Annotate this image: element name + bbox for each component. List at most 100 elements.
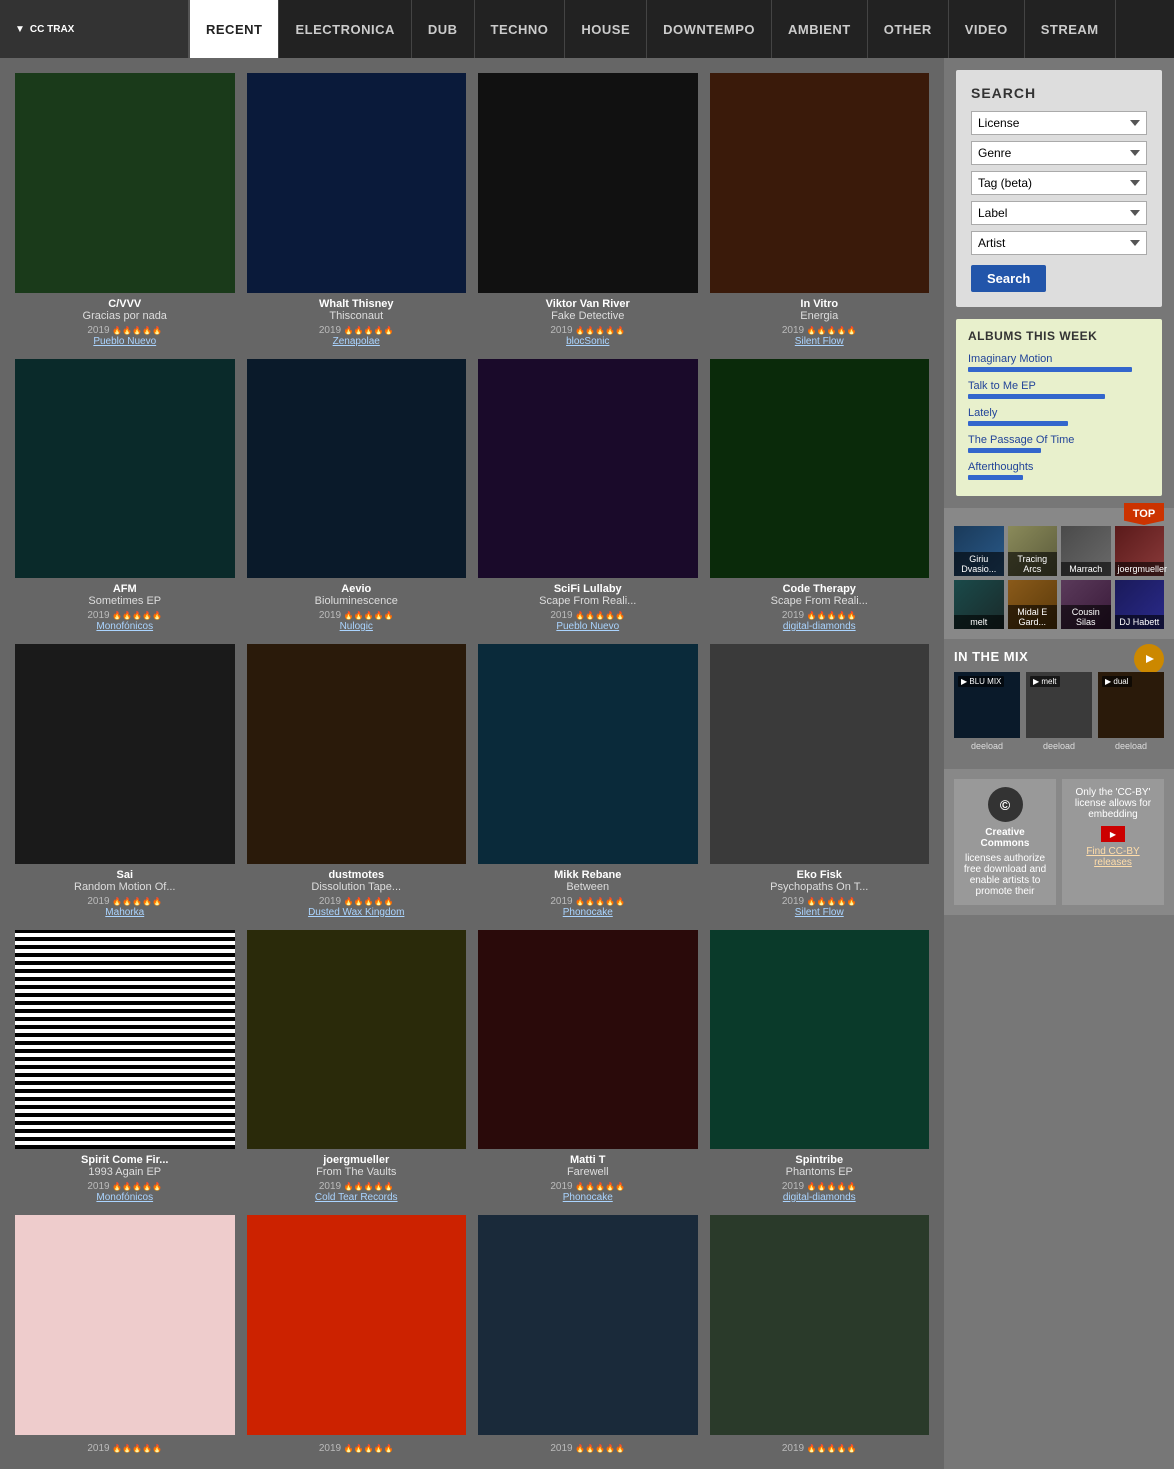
- album-stars: 🔥🔥🔥🔥🔥: [807, 326, 857, 335]
- week-album-item[interactable]: Lately: [968, 405, 1150, 426]
- album-year: 2019: [87, 1443, 112, 1454]
- mix-thumbnail: ▶ BLU MIX: [954, 672, 1020, 738]
- album-card[interactable]: SaiRandom Motion Of...2019 🔥🔥🔥🔥🔥Mahorka: [15, 644, 235, 918]
- artist-thumb[interactable]: Midal E Gard...: [1008, 580, 1058, 630]
- sidebar: SEARCH LicenseGenreTag (beta)LabelArtist…: [944, 58, 1174, 1469]
- album-label[interactable]: digital-diamonds: [710, 621, 930, 632]
- album-card[interactable]: joergmuellerFrom The Vaults2019 🔥🔥🔥🔥🔥Col…: [247, 930, 467, 1204]
- album-card[interactable]: 2019 🔥🔥🔥🔥🔥: [710, 1215, 930, 1454]
- artist-thumb[interactable]: Marrach: [1061, 526, 1111, 576]
- album-label[interactable]: Mahorka: [15, 907, 235, 918]
- artist-thumb[interactable]: melt: [954, 580, 1004, 630]
- album-card[interactable]: Whalt ThisneyThisconaut2019 🔥🔥🔥🔥🔥Zenapol…: [247, 73, 467, 347]
- album-card[interactable]: 2019 🔥🔥🔥🔥🔥: [478, 1215, 698, 1454]
- week-album-link[interactable]: The Passage Of Time: [968, 434, 1074, 446]
- search-filter-artist[interactable]: Artist: [971, 231, 1147, 255]
- nav-item-video[interactable]: VIDEO: [949, 0, 1025, 58]
- album-thumbnail: [15, 930, 235, 1150]
- album-artist: Code Therapy: [710, 583, 930, 595]
- week-album-link[interactable]: Imaginary Motion: [968, 353, 1052, 365]
- album-label[interactable]: Silent Flow: [710, 336, 930, 347]
- album-artist: Aevio: [247, 583, 467, 595]
- album-card[interactable]: Viktor Van RiverFake Detective2019 🔥🔥🔥🔥🔥…: [478, 73, 698, 347]
- album-label[interactable]: Silent Flow: [710, 907, 930, 918]
- artist-thumb[interactable]: Tracing Arcs: [1008, 526, 1058, 576]
- albums-week-title: ALBUMS THIS WEEK: [968, 329, 1150, 343]
- album-card[interactable]: Spirit Come Fir...1993 Again EP2019 🔥🔥🔥🔥…: [15, 930, 235, 1204]
- album-label[interactable]: blocSonic: [478, 336, 698, 347]
- week-album-link[interactable]: Lately: [968, 407, 997, 419]
- album-year: 2019: [319, 1443, 344, 1454]
- album-label[interactable]: Pueblo Nuevo: [478, 621, 698, 632]
- album-label[interactable]: Zenapolae: [247, 336, 467, 347]
- week-album-item[interactable]: Afterthoughts: [968, 459, 1150, 480]
- album-meta: 2019 🔥🔥🔥🔥🔥: [710, 607, 930, 621]
- week-album-link[interactable]: Afterthoughts: [968, 461, 1033, 473]
- album-card[interactable]: Mikk RebaneBetween2019 🔥🔥🔥🔥🔥Phonocake: [478, 644, 698, 918]
- album-year: 2019: [319, 1181, 344, 1192]
- album-label[interactable]: Pueblo Nuevo: [15, 336, 235, 347]
- album-card[interactable]: Eko FiskPsychopaths On T...2019 🔥🔥🔥🔥🔥Sil…: [710, 644, 930, 918]
- week-album-item[interactable]: The Passage Of Time: [968, 432, 1150, 453]
- album-card[interactable]: 2019 🔥🔥🔥🔥🔥: [247, 1215, 467, 1454]
- artist-thumb[interactable]: joergmueller: [1115, 526, 1165, 576]
- album-card[interactable]: In VitroEnergia2019 🔥🔥🔥🔥🔥Silent Flow: [710, 73, 930, 347]
- week-album-item[interactable]: Talk to Me EP: [968, 378, 1150, 399]
- nav-item-downtempo[interactable]: DOWNTEMPO: [647, 0, 772, 58]
- artist-name: Marrach: [1061, 562, 1111, 576]
- nav-item-stream[interactable]: STREAM: [1025, 0, 1116, 58]
- album-thumbnail: [15, 359, 235, 579]
- album-card[interactable]: dustmotesDissolution Tape...2019 🔥🔥🔥🔥🔥Du…: [247, 644, 467, 918]
- album-stars: 🔥🔥🔥🔥🔥: [575, 1182, 625, 1191]
- nav-item-ambient[interactable]: AMBIENT: [772, 0, 868, 58]
- artist-thumb[interactable]: Cousin Silas: [1061, 580, 1111, 630]
- album-label[interactable]: Monofónicos: [15, 621, 235, 632]
- mix-item[interactable]: ▶ dualdeeload: [1098, 672, 1164, 751]
- week-album-link[interactable]: Talk to Me EP: [968, 380, 1036, 392]
- album-year: 2019: [782, 896, 807, 907]
- artist-grid: Giriu Dvasio...Tracing ArcsMarrach joergm…: [954, 526, 1164, 629]
- album-card[interactable]: SciFi LullabyScape From Reali...2019 🔥🔥🔥…: [478, 359, 698, 633]
- album-card[interactable]: C/VVVGracias por nada2019 🔥🔥🔥🔥🔥Pueblo Nu…: [15, 73, 235, 347]
- mix-item[interactable]: ▶ BLU MIXdeeload: [954, 672, 1020, 751]
- album-stars: 🔥🔥🔥🔥🔥: [807, 1182, 857, 1191]
- album-label[interactable]: Phonocake: [478, 1192, 698, 1203]
- cc-right-sub[interactable]: Find CC-BY releases: [1070, 846, 1156, 868]
- album-label[interactable]: digital-diamonds: [710, 1192, 930, 1203]
- album-label[interactable]: Dusted Wax Kingdom: [247, 907, 467, 918]
- album-meta: 2019 🔥🔥🔥🔥🔥: [710, 893, 930, 907]
- album-thumbnail: [478, 359, 698, 579]
- album-label[interactable]: Nulogic: [247, 621, 467, 632]
- album-title: Thisconaut: [247, 310, 467, 322]
- album-label[interactable]: Cold Tear Records: [247, 1192, 467, 1203]
- search-filter-genre[interactable]: Genre: [971, 141, 1147, 165]
- album-stars: 🔥🔥🔥🔥🔥: [807, 611, 857, 620]
- search-filter-license[interactable]: License: [971, 111, 1147, 135]
- nav-item-electronica[interactable]: ELECTRONICA: [279, 0, 411, 58]
- album-label[interactable]: Monofónicos: [15, 1192, 235, 1203]
- week-album-bar: [968, 421, 1068, 426]
- search-filter-label[interactable]: Label: [971, 201, 1147, 225]
- album-label[interactable]: Phonocake: [478, 907, 698, 918]
- logo-dropdown-icon[interactable]: ▼: [15, 24, 25, 35]
- nav-item-house[interactable]: HOUSE: [565, 0, 647, 58]
- search-filter-tag-(beta)[interactable]: Tag (beta): [971, 171, 1147, 195]
- search-button[interactable]: Search: [971, 265, 1046, 292]
- album-card[interactable]: Matti TFarewell2019 🔥🔥🔥🔥🔥Phonocake: [478, 930, 698, 1204]
- artist-thumb[interactable]: Giriu Dvasio...: [954, 526, 1004, 576]
- album-title: Scape From Reali...: [710, 595, 930, 607]
- album-card[interactable]: Code TherapyScape From Reali...2019 🔥🔥🔥🔥…: [710, 359, 930, 633]
- album-card[interactable]: 2019 🔥🔥🔥🔥🔥: [15, 1215, 235, 1454]
- nav-item-recent[interactable]: RECENT: [190, 0, 279, 58]
- nav-item-techno[interactable]: TECHNO: [475, 0, 566, 58]
- week-album-item[interactable]: Imaginary Motion: [968, 351, 1150, 372]
- week-album-bar: [968, 367, 1132, 372]
- artist-thumb[interactable]: DJ Habett: [1115, 580, 1165, 630]
- nav-item-other[interactable]: OTHER: [868, 0, 949, 58]
- album-card[interactable]: AFMSometimes EP2019 🔥🔥🔥🔥🔥Monofónicos: [15, 359, 235, 633]
- mix-item[interactable]: ▶ meltdeeload: [1026, 672, 1092, 751]
- nav-item-dub[interactable]: DUB: [412, 0, 475, 58]
- album-card[interactable]: SpintribePhantoms EP2019 🔥🔥🔥🔥🔥digital-di…: [710, 930, 930, 1204]
- cc-right: Only the 'CC-BY' license allows for embe…: [1062, 779, 1164, 905]
- album-card[interactable]: AevioBioluminescence2019 🔥🔥🔥🔥🔥Nulogic: [247, 359, 467, 633]
